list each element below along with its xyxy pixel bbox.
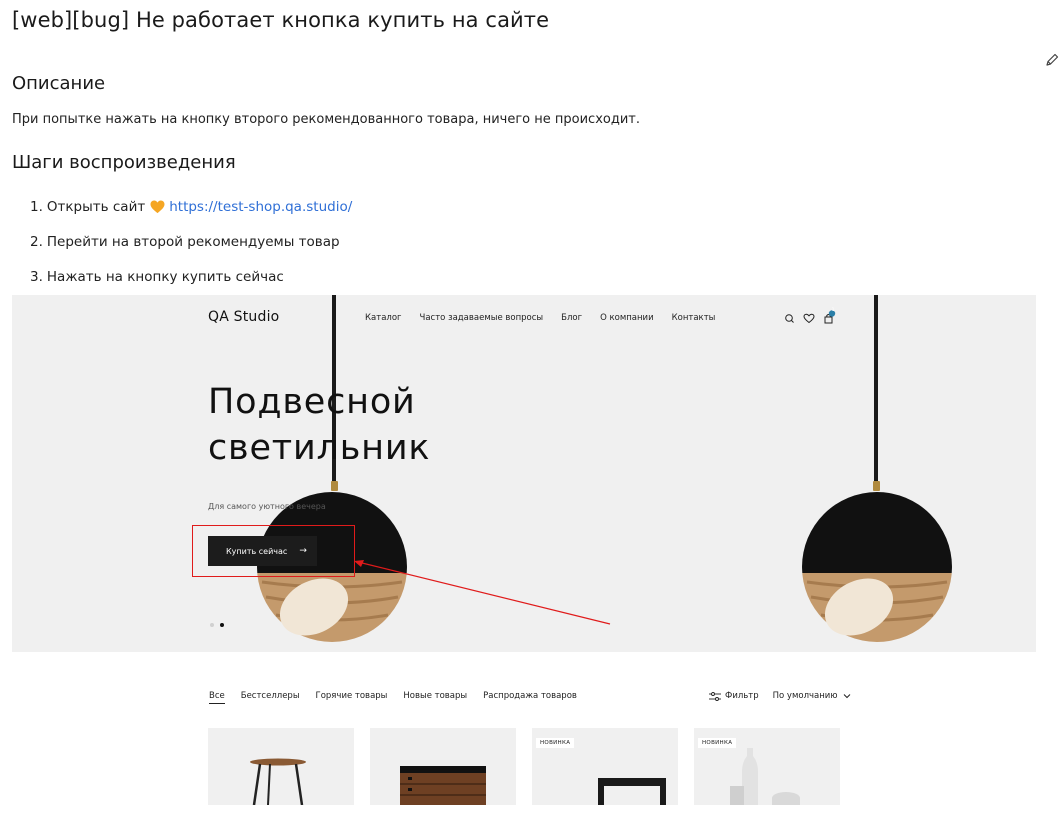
annotation-arrow — [354, 560, 611, 625]
sort-select[interactable]: По умолчанию — [773, 691, 838, 701]
slider-dot-active[interactable] — [220, 623, 224, 627]
step-item: 3. Нажать на кнопку купить сейчас — [30, 259, 352, 294]
new-badge: НОВИНКА — [698, 738, 737, 748]
bar-stool-image — [250, 758, 306, 805]
product-card[interactable]: НОВИНКА — [694, 728, 840, 805]
orange-heart-icon — [150, 199, 165, 213]
slider-dots — [210, 623, 224, 627]
site-nav: Каталог Часто задаваемые вопросы Блог О … — [365, 313, 715, 323]
step-text: Нажать на кнопку купить сейчас — [46, 268, 284, 285]
product-filter-tabs: Все Бестселлеры Горячие товары Новые тов… — [209, 691, 593, 704]
nav-item-catalog[interactable]: Каталог — [365, 313, 402, 323]
site-logo[interactable]: QA Studio — [208, 309, 279, 325]
hero-title-line: светильник — [208, 428, 431, 468]
steps-list: 1. Открыть сайт https://test-shop.qa.stu… — [30, 189, 352, 294]
step-item: 1. Открыть сайт https://test-shop.qa.stu… — [30, 189, 352, 224]
description-heading: Описание — [12, 73, 106, 94]
tab-hot[interactable]: Горячие товары — [316, 691, 388, 704]
dresser-image — [400, 766, 486, 805]
steps-heading: Шаги воспроизведения — [12, 152, 236, 173]
issue-title: [web][bug] Не работает кнопка купить на … — [12, 8, 550, 32]
annotation-highlight-box — [192, 525, 355, 577]
filter-controls: Фильтр По умолчанию — [709, 691, 851, 701]
lamp-cord — [874, 295, 878, 485]
cart-count-badge: 1 — [831, 308, 835, 313]
step-text: Перейти на второй рекомендуемы товар — [46, 233, 340, 250]
step-number: 3. — [30, 268, 43, 285]
filter-button[interactable]: Фильтр — [725, 691, 759, 701]
nav-item-contacts[interactable]: Контакты — [672, 313, 716, 323]
slider-dot[interactable] — [210, 623, 214, 627]
product-card[interactable]: НОВИНКА — [532, 728, 678, 805]
tab-bestsellers[interactable]: Бестселлеры — [241, 691, 300, 704]
tab-all[interactable]: Все — [209, 691, 225, 704]
new-badge: НОВИНКА — [536, 738, 575, 748]
step-number: 2. — [30, 233, 43, 250]
description-text: При попытке нажать на кнопку второго рек… — [12, 112, 640, 127]
pencil-icon[interactable] — [1044, 52, 1060, 68]
shop-link[interactable]: https://test-shop.qa.studio/ — [169, 197, 352, 217]
search-icon[interactable] — [785, 314, 794, 323]
hero-subtitle: Для самого уютного вечера — [208, 502, 326, 511]
product-card[interactable] — [370, 728, 516, 805]
hero-title: Подвесной светильник — [208, 379, 430, 471]
step-text: Открыть сайт — [46, 198, 146, 215]
nav-item-faq[interactable]: Часто задаваемые вопросы — [420, 313, 544, 323]
site-screenshot: QA Studio Каталог Часто задаваемые вопро… — [12, 295, 1036, 652]
tab-new[interactable]: Новые товары — [403, 691, 467, 704]
step-item: 2. Перейти на второй рекомендуемы товар — [30, 224, 352, 259]
nav-item-blog[interactable]: Блог — [561, 313, 582, 323]
chevron-down-icon[interactable] — [843, 693, 851, 699]
filter-icon[interactable] — [709, 691, 721, 701]
heart-icon[interactable] — [803, 313, 815, 324]
step-number: 1. — [30, 198, 43, 215]
product-card[interactable] — [208, 728, 354, 805]
nav-item-about[interactable]: О компании — [600, 313, 654, 323]
tab-sale[interactable]: Распродажа товаров — [483, 691, 577, 704]
pendant-lamp-image — [802, 492, 952, 642]
hero-title-line: Подвесной — [208, 382, 416, 422]
